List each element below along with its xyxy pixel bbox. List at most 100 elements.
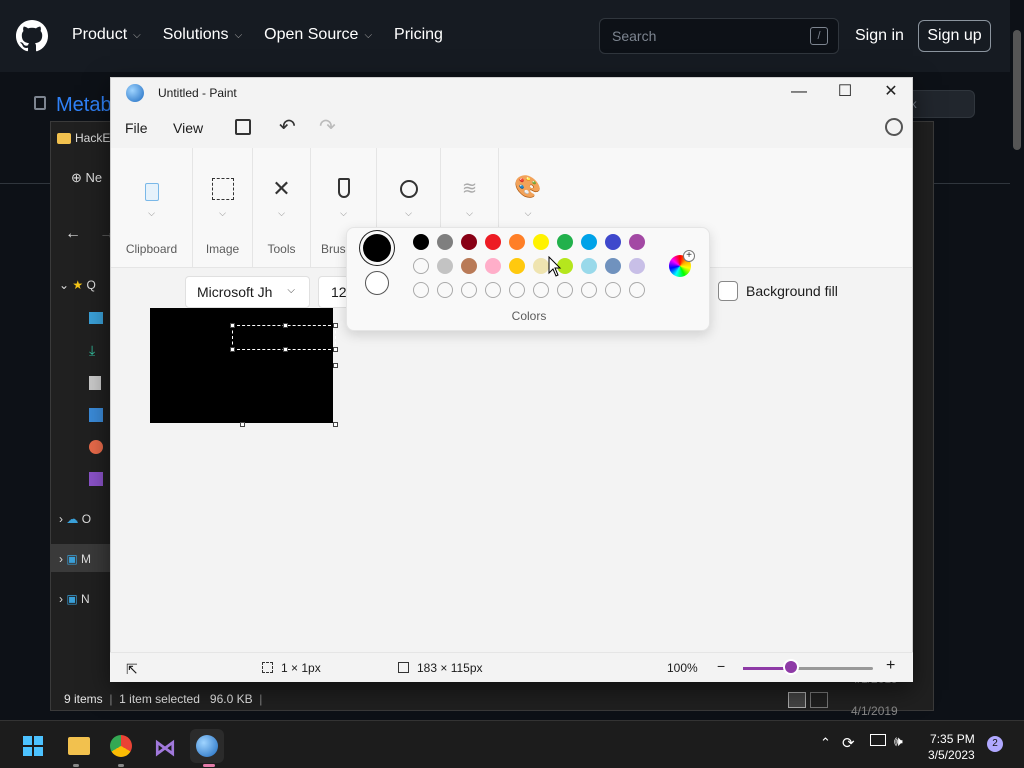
color-swatch[interactable] <box>605 258 621 274</box>
secondary-color[interactable] <box>365 271 389 295</box>
color-swatch[interactable] <box>509 282 525 298</box>
color-swatch[interactable] <box>413 234 429 250</box>
resize-handle[interactable] <box>283 323 288 328</box>
canvas-resize-handle[interactable] <box>333 422 338 427</box>
color-swatch[interactable] <box>533 282 549 298</box>
pictures-icon[interactable] <box>89 408 103 422</box>
background-fill-checkbox[interactable] <box>718 281 738 301</box>
color-swatch[interactable] <box>437 234 453 250</box>
account-icon[interactable] <box>885 118 903 136</box>
zoom-out-icon[interactable]: − <box>717 658 725 674</box>
details-view-icon[interactable] <box>788 692 806 708</box>
title-bar[interactable]: Untitled - Paint — ☐ ✕ <box>111 78 912 108</box>
nav-this-pc[interactable]: › ▣ M <box>51 544 111 572</box>
display-icon[interactable] <box>870 734 886 746</box>
color-swatch[interactable] <box>509 258 525 274</box>
tiles-view-icon[interactable] <box>810 692 828 708</box>
new-button[interactable]: ⊕ Ne <box>71 170 102 186</box>
nav-open-source[interactable]: Open Source ⌵ <box>264 26 372 44</box>
explorer-tab[interactable]: HackE <box>57 126 111 150</box>
clipboard-group[interactable]: ⌵ Clipboard <box>111 148 193 268</box>
color-swatch[interactable] <box>461 282 477 298</box>
nav-network[interactable]: › ▣ N <box>59 592 90 606</box>
zoom-level[interactable]: 100% <box>667 661 698 675</box>
color-swatch[interactable] <box>485 258 501 274</box>
new-label: Ne <box>85 170 103 185</box>
music-icon[interactable] <box>89 440 103 454</box>
zoom-slider-thumb[interactable] <box>785 661 798 673</box>
font-family-select[interactable]: Microsoft Jh ⌵ <box>185 276 310 308</box>
tools-group[interactable]: ✕ ⌵ Tools <box>253 148 311 268</box>
color-swatch[interactable] <box>461 258 477 274</box>
videos-icon[interactable] <box>89 472 103 486</box>
color-swatch[interactable] <box>461 234 477 250</box>
resize-handle[interactable] <box>333 347 338 352</box>
save-icon[interactable] <box>235 119 251 135</box>
canvas-resize-handle[interactable] <box>333 363 338 368</box>
color-swatch[interactable] <box>485 282 501 298</box>
color-swatch[interactable] <box>581 258 597 274</box>
color-swatch[interactable] <box>581 282 597 298</box>
menu-view[interactable]: View <box>173 120 203 136</box>
undo-icon[interactable]: ↶ <box>279 114 296 139</box>
canvas-resize-handle[interactable] <box>240 422 245 427</box>
color-swatch[interactable] <box>629 282 645 298</box>
color-swatch[interactable] <box>533 234 549 250</box>
menu-file[interactable]: File <box>125 120 148 136</box>
nav-onedrive[interactable]: › ☁ O <box>59 512 91 526</box>
chevron-down-icon: ⌵ <box>234 29 243 41</box>
scrollbar-thumb[interactable] <box>1013 30 1021 150</box>
zoom-in-icon[interactable]: + <box>886 657 895 675</box>
color-swatch[interactable] <box>629 258 645 274</box>
file-explorer-icon[interactable] <box>62 729 96 763</box>
close-button[interactable]: ✕ <box>868 78 914 108</box>
color-swatch[interactable] <box>605 234 621 250</box>
maximize-button[interactable]: ☐ <box>822 78 868 108</box>
color-swatch[interactable] <box>605 282 621 298</box>
color-swatch[interactable] <box>437 282 453 298</box>
desktop-icon[interactable] <box>89 312 103 324</box>
zoom-slider[interactable] <box>743 667 873 670</box>
color-swatch[interactable] <box>413 258 429 274</box>
color-swatch[interactable] <box>437 258 453 274</box>
image-group[interactable]: ⌵ Image <box>193 148 253 268</box>
chrome-icon[interactable] <box>104 729 138 763</box>
paint-taskbar-icon[interactable] <box>190 729 224 763</box>
nav-quick-access[interactable]: ⌄ ★ Q <box>59 278 96 292</box>
resize-handle[interactable] <box>283 347 288 352</box>
color-swatch[interactable] <box>533 258 549 274</box>
document-icon[interactable] <box>89 376 101 390</box>
github-logo-icon[interactable] <box>16 20 48 52</box>
repo-name[interactable]: Metab <box>56 94 112 117</box>
primary-color[interactable] <box>363 234 391 262</box>
chevron-up-icon[interactable]: ⌃ <box>820 735 831 751</box>
volume-icon[interactable]: 🕪 <box>894 733 903 750</box>
color-swatch[interactable] <box>413 282 429 298</box>
color-swatch[interactable] <box>485 234 501 250</box>
color-swatch[interactable] <box>509 234 525 250</box>
color-swatch[interactable] <box>557 234 573 250</box>
download-icon[interactable]: ⤓ <box>89 342 95 359</box>
nav-product[interactable]: Product ⌵ <box>72 26 141 44</box>
notification-badge[interactable]: 2 <box>987 736 1003 752</box>
color-swatch[interactable] <box>581 234 597 250</box>
resize-handle[interactable] <box>230 347 235 352</box>
resize-handle[interactable] <box>333 323 338 328</box>
color-swatch[interactable] <box>629 234 645 250</box>
back-arrow-icon[interactable]: ← <box>65 225 81 243</box>
nav-pricing[interactable]: Pricing <box>394 26 443 44</box>
sign-in-link[interactable]: Sign in <box>855 27 904 45</box>
start-icon[interactable] <box>16 729 50 763</box>
resize-handle[interactable] <box>230 323 235 328</box>
color-swatch[interactable] <box>557 282 573 298</box>
minimize-button[interactable]: — <box>776 78 822 108</box>
sync-icon[interactable]: ⟳ <box>842 734 855 752</box>
partial-date: 4/1/2019 <box>851 704 898 718</box>
search-input[interactable]: Search / <box>599 18 839 54</box>
visual-studio-icon[interactable]: ⋈ <box>148 729 182 763</box>
nav-solutions[interactable]: Solutions ⌵ <box>163 26 242 44</box>
chevron-down-icon: ⌵ <box>405 208 412 218</box>
sign-up-button[interactable]: Sign up <box>918 20 991 52</box>
redo-icon[interactable]: ↷ <box>319 114 336 139</box>
clock[interactable]: 7:35 PM 3/5/2023 <box>928 731 975 763</box>
